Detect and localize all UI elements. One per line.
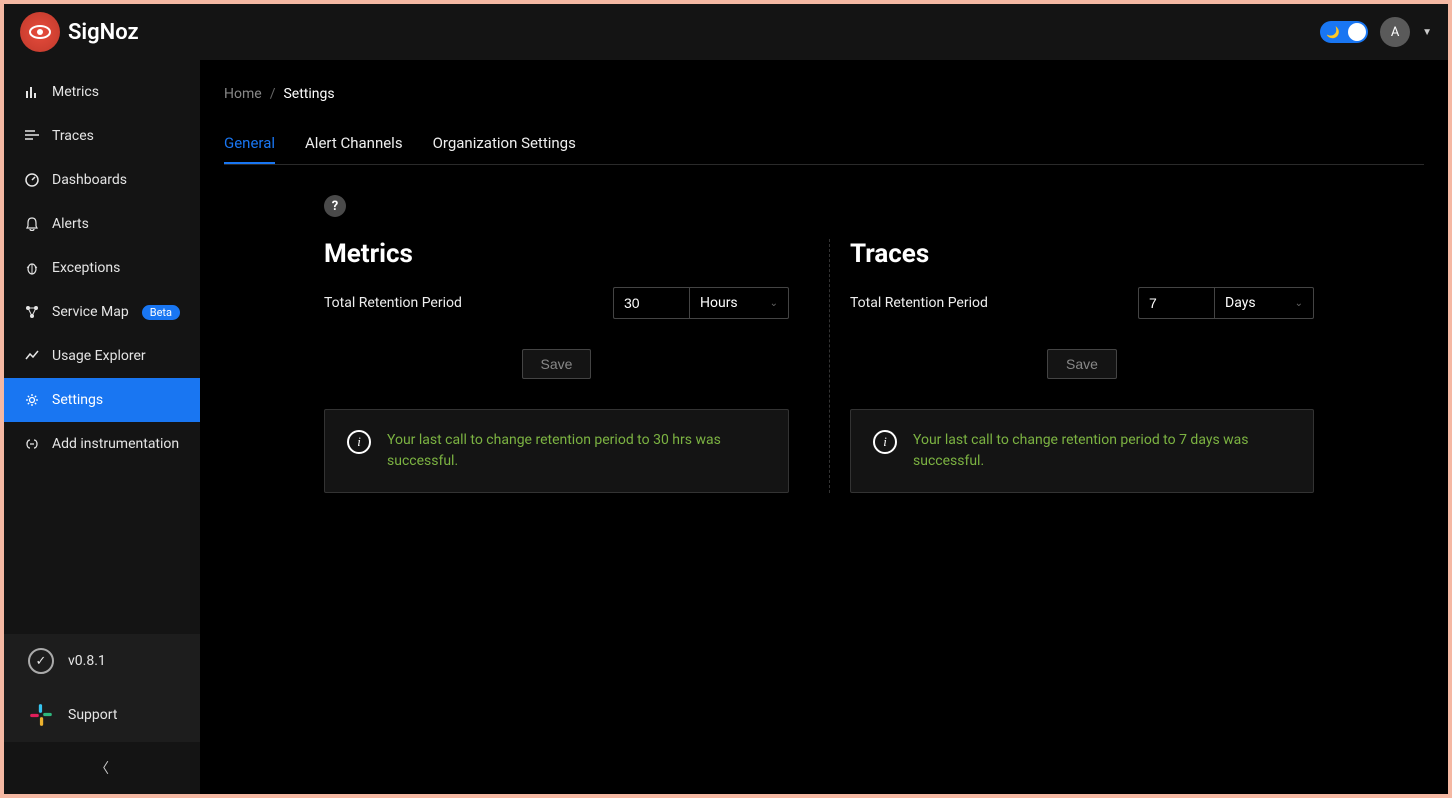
metrics-save-button[interactable]: Save <box>522 349 592 379</box>
metrics-unit-label: Hours <box>700 295 738 311</box>
sidebar-item-service-map[interactable]: Service Map Beta <box>4 290 200 334</box>
tab-general[interactable]: General <box>224 124 275 164</box>
user-menu-caret-icon[interactable]: ▼ <box>1422 27 1432 38</box>
breadcrumb: Home / Settings <box>224 76 1424 124</box>
info-icon: i <box>873 430 897 454</box>
metrics-status-text: Your last call to change retention perio… <box>387 430 766 472</box>
sidebar-item-label: Service Map <box>52 304 129 320</box>
bar-chart-icon <box>24 85 40 99</box>
metrics-panel: Metrics Total Retention Period Hours ⌄ <box>324 239 789 493</box>
tab-alert-channels[interactable]: Alert Channels <box>305 124 403 164</box>
brand[interactable]: SigNoz <box>20 12 139 52</box>
sidebar-item-label: Dashboards <box>52 172 127 188</box>
sidebar-item-label: Settings <box>52 392 103 408</box>
traces-unit-label: Days <box>1225 295 1256 311</box>
avatar[interactable]: A <box>1380 17 1410 47</box>
traces-retention-input[interactable] <box>1138 287 1214 319</box>
version-label: v0.8.1 <box>68 653 106 669</box>
bell-icon <box>24 217 40 231</box>
traces-save-button[interactable]: Save <box>1047 349 1117 379</box>
header: SigNoz 🌙 A ▼ <box>4 4 1448 60</box>
network-icon <box>24 305 40 319</box>
sidebar-item-metrics[interactable]: Metrics <box>4 70 200 114</box>
breadcrumb-current: Settings <box>283 86 334 102</box>
sidebar-item-label: Add instrumentation <box>52 436 179 452</box>
list-icon <box>24 129 40 143</box>
sidebar-item-label: Exceptions <box>52 260 120 276</box>
support-item[interactable]: Support <box>4 688 200 742</box>
beta-badge: Beta <box>142 305 180 320</box>
brand-name: SigNoz <box>68 20 139 45</box>
traces-retention-label: Total Retention Period <box>850 295 988 311</box>
traces-unit-select[interactable]: Days ⌄ <box>1214 287 1314 319</box>
info-icon: i <box>347 430 371 454</box>
sidebar-item-dashboards[interactable]: Dashboards <box>4 158 200 202</box>
line-chart-icon <box>24 349 40 363</box>
toggle-knob <box>1348 23 1366 41</box>
avatar-initial: A <box>1391 25 1399 40</box>
version-item[interactable]: ✓ v0.8.1 <box>4 634 200 688</box>
sidebar-item-exceptions[interactable]: Exceptions <box>4 246 200 290</box>
sidebar: Metrics Traces Dashboards <box>4 60 200 794</box>
metrics-status-alert: i Your last call to change retention per… <box>324 409 789 493</box>
sidebar-item-usage-explorer[interactable]: Usage Explorer <box>4 334 200 378</box>
chevron-down-icon: ⌄ <box>1295 298 1303 309</box>
metrics-unit-select[interactable]: Hours ⌄ <box>689 287 789 319</box>
gear-icon <box>24 393 40 407</box>
tabs: General Alert Channels Organization Sett… <box>224 124 1424 165</box>
theme-toggle[interactable]: 🌙 <box>1320 21 1368 43</box>
metrics-retention-input[interactable] <box>613 287 689 319</box>
traces-status-alert: i Your last call to change retention per… <box>850 409 1314 493</box>
sidebar-item-label: Traces <box>52 128 94 144</box>
brand-logo-icon <box>20 12 60 52</box>
sidebar-item-alerts[interactable]: Alerts <box>4 202 200 246</box>
sidebar-item-traces[interactable]: Traces <box>4 114 200 158</box>
sidebar-item-label: Alerts <box>52 216 89 232</box>
sidebar-item-label: Usage Explorer <box>52 348 146 364</box>
metrics-retention-label: Total Retention Period <box>324 295 462 311</box>
chevron-down-icon: ⌄ <box>770 298 778 309</box>
breadcrumb-home[interactable]: Home <box>224 86 262 102</box>
metrics-title: Metrics <box>324 239 789 269</box>
main-content: Home / Settings General Alert Channels O… <box>200 60 1448 794</box>
sidebar-item-add-instrumentation[interactable]: Add instrumentation <box>4 422 200 466</box>
support-label: Support <box>68 707 117 723</box>
chevron-left-icon: 〈 <box>95 758 109 778</box>
breadcrumb-separator: / <box>270 86 276 102</box>
slack-icon <box>28 702 54 728</box>
help-icon[interactable]: ? <box>324 195 346 217</box>
check-circle-icon: ✓ <box>28 648 54 674</box>
api-icon <box>24 437 40 451</box>
traces-title: Traces <box>850 239 1314 269</box>
sidebar-item-label: Metrics <box>52 84 99 100</box>
dashboard-icon <box>24 173 40 187</box>
tab-organization-settings[interactable]: Organization Settings <box>433 124 576 164</box>
bug-icon <box>24 261 40 275</box>
sidebar-collapse-button[interactable]: 〈 <box>4 742 200 794</box>
traces-panel: Traces Total Retention Period Days ⌄ <box>829 239 1314 493</box>
moon-icon: 🌙 <box>1326 26 1340 39</box>
sidebar-item-settings[interactable]: Settings <box>4 378 200 422</box>
traces-status-text: Your last call to change retention perio… <box>913 430 1291 472</box>
